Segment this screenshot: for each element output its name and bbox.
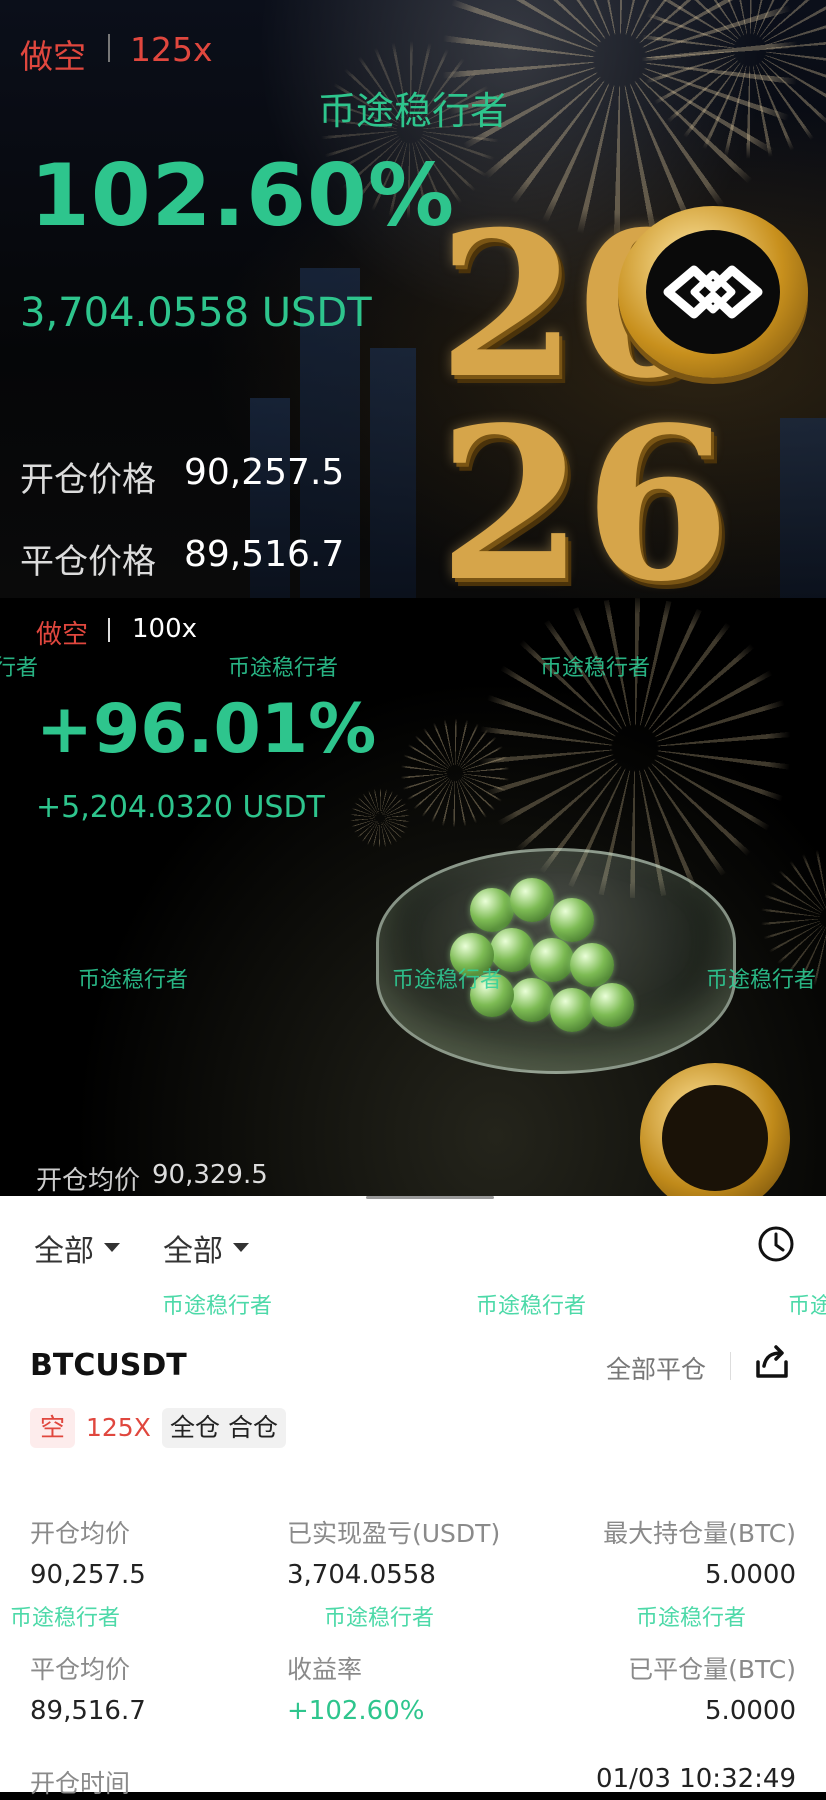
watermark: 币途稳行者 [318,89,509,133]
brand-coin [618,206,808,378]
watermark: 币途稳行者 [162,1294,273,1319]
grape-decoration [510,878,554,922]
open-time-label: 开仓时间 [30,1769,131,1798]
divider [108,34,110,62]
symbol: BTCUSDT [30,1348,187,1383]
divider [730,1352,731,1380]
pnl-amount: 3,704.0558 USDT [20,290,372,336]
max-position-label: 最大持仓量(BTC) [603,1519,796,1548]
brand-logo-icon [663,265,763,319]
leverage: 100x [132,614,198,644]
dropdown-caret-icon [233,1243,249,1252]
realized-pnl-value: 3,704.0558 [287,1560,436,1590]
avg-open-label: 开仓均价 [30,1519,131,1548]
avg-open-value: 90,257.5 [30,1560,146,1590]
realized-pnl-label: 已实现盈亏(USDT) [287,1519,501,1548]
position-side: 做空 [20,37,86,76]
share-icon[interactable] [752,1342,792,1382]
position-history-panel: 全部 全部 币途稳行者 币途稳行者 币途 BTCUSDT 全部平仓 空 125X… [0,1196,826,1798]
watermark: 行者 [0,656,39,681]
firework-decoration [350,788,410,848]
avg-close-label: 平仓均价 [30,1655,131,1684]
watermark: 币途稳行者 [324,1606,435,1631]
position-side: 做空 [36,620,89,650]
leverage: 125x [130,30,213,69]
dropdown-caret-icon [104,1243,120,1252]
filter-label: 全部 [34,1234,94,1269]
skyline-decoration [780,418,826,598]
history-clock-icon[interactable] [756,1224,796,1264]
grape-decoration [530,938,574,982]
return-rate-value: +102.60% [287,1696,425,1726]
watermark: 币途稳行者 [228,656,339,681]
open-price-value: 90,257.5 [184,452,345,493]
open-time-value: 01/03 10:32:49 [596,1764,796,1794]
firework-decoration [400,718,510,828]
open-price-label: 开仓价格 [20,460,156,500]
avg-open-label: 开仓均价 [36,1166,141,1196]
closed-quantity-value: 5.0000 [705,1696,796,1726]
watermark: 币途稳行者 [10,1606,121,1631]
max-position-value: 5.0000 [705,1560,796,1590]
avg-open-value: 90,329.5 [152,1160,268,1190]
grape-decoration [470,888,514,932]
pnl-amount: +5,204.0320 USDT [36,790,325,825]
grape-decoration [550,898,594,942]
grape-decoration [550,988,594,1032]
watermark: 币途稳行者 [706,968,817,993]
watermark: 币途稳行者 [540,656,651,681]
close-price-value: 89,516.7 [184,534,345,575]
leverage-tag: 125X [86,1413,151,1442]
watermark: 币途稳行者 [392,968,503,993]
scroll-handle [366,1196,494,1199]
filter-dropdown-2[interactable]: 全部 [163,1226,249,1270]
divider [108,618,110,642]
close-price-label: 平仓价格 [20,542,156,582]
skyline-decoration [370,348,416,598]
watermark: 币途 [788,1294,826,1319]
grape-decoration [510,978,554,1022]
grape-decoration [590,983,634,1027]
side-tag: 空 [30,1408,76,1448]
alarm-clock-decoration [640,1063,790,1196]
close-all-button[interactable]: 全部平仓 [606,1350,706,1386]
watermark: 币途稳行者 [476,1294,587,1319]
grape-decoration [570,943,614,987]
watermark: 币途稳行者 [636,1606,747,1631]
pnl-share-card-1: 20 26 做空 125x 币途稳行者 102.60% 3,704.0558 U… [0,0,826,598]
return-rate-label: 收益率 [287,1655,363,1684]
pnl-share-card-2: 做空 100x 行者 币途稳行者 币途稳行者 +96.01% +5,204.03… [0,598,826,1196]
year-digits-bottom: 26 [438,381,731,599]
watermark: 币途稳行者 [78,968,189,993]
margin-mode-tag: 全仓 合仓 [162,1408,286,1448]
filter-label: 全部 [163,1234,223,1269]
closed-quantity-label: 已平仓量(BTC) [628,1655,796,1684]
filter-dropdown-1[interactable]: 全部 [34,1226,120,1270]
pnl-percent: 102.60% [30,146,456,246]
pnl-percent: +96.01% [36,690,377,769]
avg-close-value: 89,516.7 [30,1696,146,1726]
